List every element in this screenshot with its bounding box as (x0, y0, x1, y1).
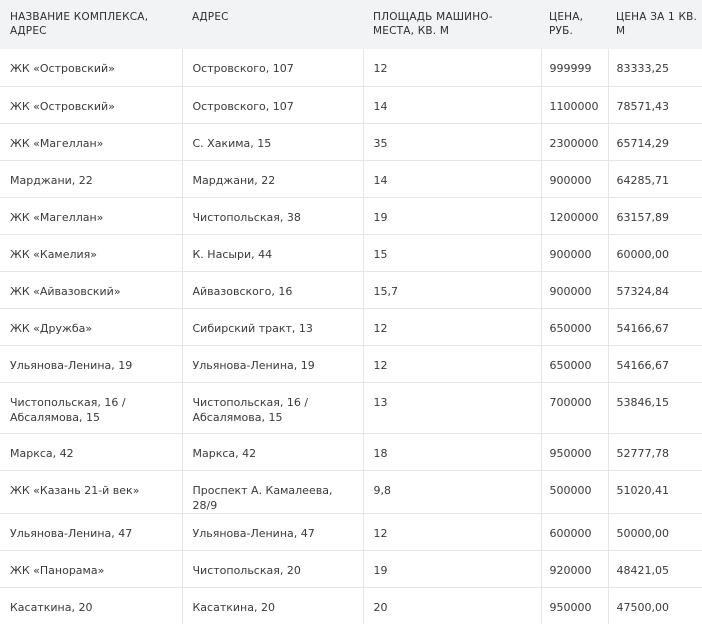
cell-price-per-sqm: 53846,15 (607, 381, 702, 433)
cell-area: 12 (362, 307, 541, 345)
table-row: ЖК «Дружба» Сибирский тракт, 13 12 65000… (0, 307, 702, 345)
cell-complex-name: ЖК «Островский» (0, 85, 182, 123)
header-address: АДРЕС (192, 11, 229, 23)
cell-complex-name: ЖК «Панорама» (0, 549, 182, 587)
cell-address: Островского, 107 (181, 49, 363, 86)
cell-price-per-sqm: 60000,00 (607, 233, 702, 271)
cell-area: 19 (362, 196, 541, 234)
table-row: ЖК «Панорама» Чистопольская, 20 19 92000… (0, 549, 702, 587)
cell-address: Сибирский тракт, 13 (181, 307, 363, 345)
cell-complex-name: ЖК «Камелия» (0, 233, 182, 271)
cell-address: Проспект А. Камалеева, 28/9 (181, 469, 363, 513)
cell-area: 35 (362, 122, 541, 160)
cell-area: 18 (362, 432, 541, 470)
cell-area: 12 (362, 512, 541, 550)
cell-price-per-sqm: 63157,89 (607, 196, 702, 234)
cell-address: С. Хакима, 15 (181, 122, 363, 160)
cell-area: 14 (362, 85, 541, 123)
cell-price: 950000 (540, 586, 608, 624)
cell-area: 12 (362, 344, 541, 382)
cell-address: Айвазовского, 16 (181, 270, 363, 308)
header-price: ЦЕНА, РУБ. (549, 11, 584, 37)
cell-price-per-sqm: 47500,00 (607, 586, 702, 624)
cell-address: Ульянова-Ленина, 47 (181, 512, 363, 550)
cell-area: 20 (362, 586, 541, 624)
cell-price: 900000 (540, 233, 608, 271)
cell-price: 700000 (540, 381, 608, 433)
cell-price-per-sqm: 78571,43 (607, 85, 702, 123)
cell-complex-name: ЖК «Островский» (10, 62, 115, 75)
cell-area: 15 (362, 233, 541, 271)
cell-price: 1200000 (540, 196, 608, 234)
cell-complex-name: Ульянова-Ленина, 47 (0, 512, 182, 550)
table-row: ЖК «Камелия» К. Насыри, 44 15 900000 600… (0, 233, 702, 271)
cell-complex-name: ЖК «Дружба» (0, 307, 182, 345)
cell-price-per-sqm: 65714,29 (607, 122, 702, 160)
cell-price: 950000 (540, 432, 608, 470)
parking-price-table: НАЗВАНИЕ КОМПЛЕКСА, АДРЕС АДРЕС ПЛОЩАДЬ … (0, 0, 702, 624)
cell-price-per-sqm: 83333,25 (607, 49, 702, 86)
cell-address: Марджани, 22 (181, 159, 363, 197)
table-row: ЖК «Островский» Островского, 107 14 1100… (0, 85, 702, 123)
cell-address: Касаткина, 20 (181, 586, 363, 624)
cell-price: 900000 (540, 270, 608, 308)
cell-area: 9,8 (362, 469, 541, 513)
cell-price: 999999 (540, 49, 608, 86)
cell-complex-name: Марджани, 22 (0, 159, 182, 197)
cell-area: 19 (362, 549, 541, 587)
table-header-row: НАЗВАНИЕ КОМПЛЕКСА, АДРЕС АДРЕС ПЛОЩАДЬ … (0, 0, 702, 49)
cell-area: 15,7 (362, 270, 541, 308)
cell-price: 920000 (540, 549, 608, 587)
cell-address: Чистопольская, 38 (181, 196, 363, 234)
cell-complex-name: Ульянова-Ленина, 19 (0, 344, 182, 382)
cell-price-per-sqm: 50000,00 (607, 512, 702, 550)
table-row: ЖК «Островский» Островского, 107 12 9999… (0, 49, 702, 86)
table-row: Чистопольская, 16 / Абсалямова, 15 Чисто… (0, 381, 702, 433)
cell-price-per-sqm: 51020,41 (607, 469, 702, 513)
cell-complex-name: ЖК «Магеллан» (0, 196, 182, 234)
cell-price: 1100000 (540, 85, 608, 123)
cell-price: 2300000 (540, 122, 608, 160)
cell-complex-name: Маркса, 42 (0, 432, 182, 470)
cell-price: 600000 (540, 512, 608, 550)
cell-complex-name: Чистопольская, 16 / Абсалямова, 15 (0, 381, 182, 433)
cell-complex-name: Касаткина, 20 (0, 586, 182, 624)
cell-area: 14 (362, 159, 541, 197)
cell-price-per-sqm: 57324,84 (607, 270, 702, 308)
table-body: ЖК «Островский» Островского, 107 12 9999… (0, 49, 702, 624)
cell-address: Островского, 107 (181, 85, 363, 123)
cell-address: Ульянова-Ленина, 19 (181, 344, 363, 382)
header-area: ПЛОЩАДЬ МАШИНО-МЕСТА, КВ. М (373, 11, 493, 37)
cell-price: 900000 (540, 159, 608, 197)
table-row: Ульянова-Ленина, 19 Ульянова-Ленина, 19 … (0, 344, 702, 382)
table-row: ЖК «Магеллан» С. Хакима, 15 35 2300000 6… (0, 122, 702, 160)
cell-price-per-sqm: 54166,67 (607, 344, 702, 382)
header-complex-name: НАЗВАНИЕ КОМПЛЕКСА, АДРЕС (10, 11, 149, 37)
cell-price-per-sqm: 64285,71 (607, 159, 702, 197)
table-row: Ульянова-Ленина, 47 Ульянова-Ленина, 47 … (0, 512, 702, 550)
cell-price-per-sqm: 48421,05 (607, 549, 702, 587)
table-row: Маркса, 42 Маркса, 42 18 950000 52777,78 (0, 432, 702, 470)
table-row: ЖК «Магеллан» Чистопольская, 38 19 12000… (0, 196, 702, 234)
cell-area: 13 (362, 381, 541, 433)
cell-complex-name: ЖК «Айвазовский» (0, 270, 182, 308)
table-row: ЖК «Казань 21-й век» Проспект А. Камалее… (0, 469, 702, 513)
cell-price: 500000 (540, 469, 608, 513)
table-row: Касаткина, 20 Касаткина, 20 20 950000 47… (0, 586, 702, 624)
cell-address: Чистопольская, 20 (181, 549, 363, 587)
cell-price: 650000 (540, 307, 608, 345)
table-row: ЖК «Айвазовский» Айвазовского, 16 15,7 9… (0, 270, 702, 308)
cell-complex-name: ЖК «Магеллан» (0, 122, 182, 160)
cell-address: Чистопольская, 16 / Абсалямова, 15 (181, 381, 363, 433)
cell-address: К. Насыри, 44 (181, 233, 363, 271)
cell-complex-name: ЖК «Казань 21-й век» (0, 469, 182, 513)
cell-area: 12 (362, 49, 541, 86)
cell-price-per-sqm: 52777,78 (607, 432, 702, 470)
cell-price: 650000 (540, 344, 608, 382)
cell-price-per-sqm: 54166,67 (607, 307, 702, 345)
header-price-per-sqm: ЦЕНА ЗА 1 КВ. М (616, 11, 698, 37)
cell-address: Маркса, 42 (181, 432, 363, 470)
table-row: Марджани, 22 Марджани, 22 14 900000 6428… (0, 159, 702, 197)
